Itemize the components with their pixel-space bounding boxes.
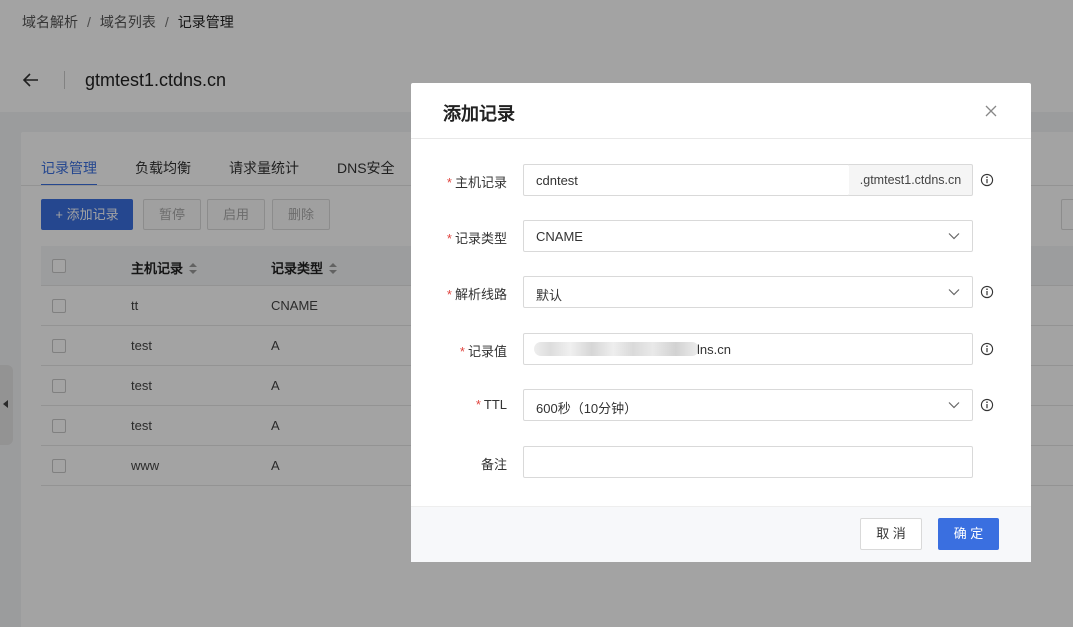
confirm-button[interactable]: 确 定 [938,518,999,550]
ttl-label: * TTL [476,397,507,412]
chevron-down-icon [948,233,960,240]
ttl-select[interactable]: 600秒（10分钟） [523,389,973,421]
form-row-remark: 备注 [411,446,1031,478]
line-label-text: 解析线路 [454,287,507,302]
record-type-value: CNAME [536,229,583,244]
redacted-text [534,342,699,356]
close-icon[interactable] [984,104,998,118]
ttl-value: 600秒（10分钟） [536,401,638,416]
ttl-label-text: TTL [483,397,507,412]
form-row-value: * 记录值 lns.cn [411,333,1031,365]
resolution-line-select[interactable]: 默认 [523,276,973,308]
host-input[interactable]: cdntest [523,164,850,196]
record-value-tail: lns.cn [697,342,731,357]
host-value: cdntest [536,173,578,188]
add-record-dialog: 添加记录 * 主机记录 cdntest .gtmtest1.ctdns.cn * 记… [411,83,1031,562]
chevron-down-icon [948,402,960,409]
info-icon[interactable] [980,342,994,356]
cancel-button[interactable]: 取 消 [860,518,922,550]
type-label-text: 记录类型 [454,231,507,246]
domain-suffix-addon: .gtmtest1.ctdns.cn [849,164,973,196]
chevron-down-icon [948,289,960,296]
line-label: * 解析线路 [447,284,507,303]
host-label: * 主机记录 [447,172,507,191]
type-label: * 记录类型 [447,228,507,247]
form-row-host: * 主机记录 cdntest .gtmtest1.ctdns.cn [411,164,1031,196]
info-icon[interactable] [980,398,994,412]
dialog-footer: 取 消 确 定 [411,506,1031,562]
record-value-input[interactable]: lns.cn [523,333,973,365]
host-label-text: 主机记录 [454,175,507,190]
form-row-line: * 解析线路 默认 [411,276,1031,308]
value-label-text: 记录值 [467,344,507,359]
info-icon[interactable] [980,285,994,299]
dialog-header: 添加记录 [411,83,1031,139]
required-mark: * [446,287,452,302]
required-mark: * [446,175,452,190]
record-type-select[interactable]: CNAME [523,220,973,252]
resolution-line-value: 默认 [536,288,563,303]
dialog-title: 添加记录 [443,104,515,124]
info-icon[interactable] [980,173,994,187]
required-mark: * [475,397,481,412]
required-mark: * [459,344,465,359]
required-mark: * [446,231,452,246]
form-row-ttl: * TTL 600秒（10分钟） [411,389,1031,421]
form-row-type: * 记录类型 CNAME [411,220,1031,252]
remark-label: 备注 [480,457,507,472]
remark-input[interactable] [523,446,973,478]
value-label: * 记录值 [460,341,507,360]
